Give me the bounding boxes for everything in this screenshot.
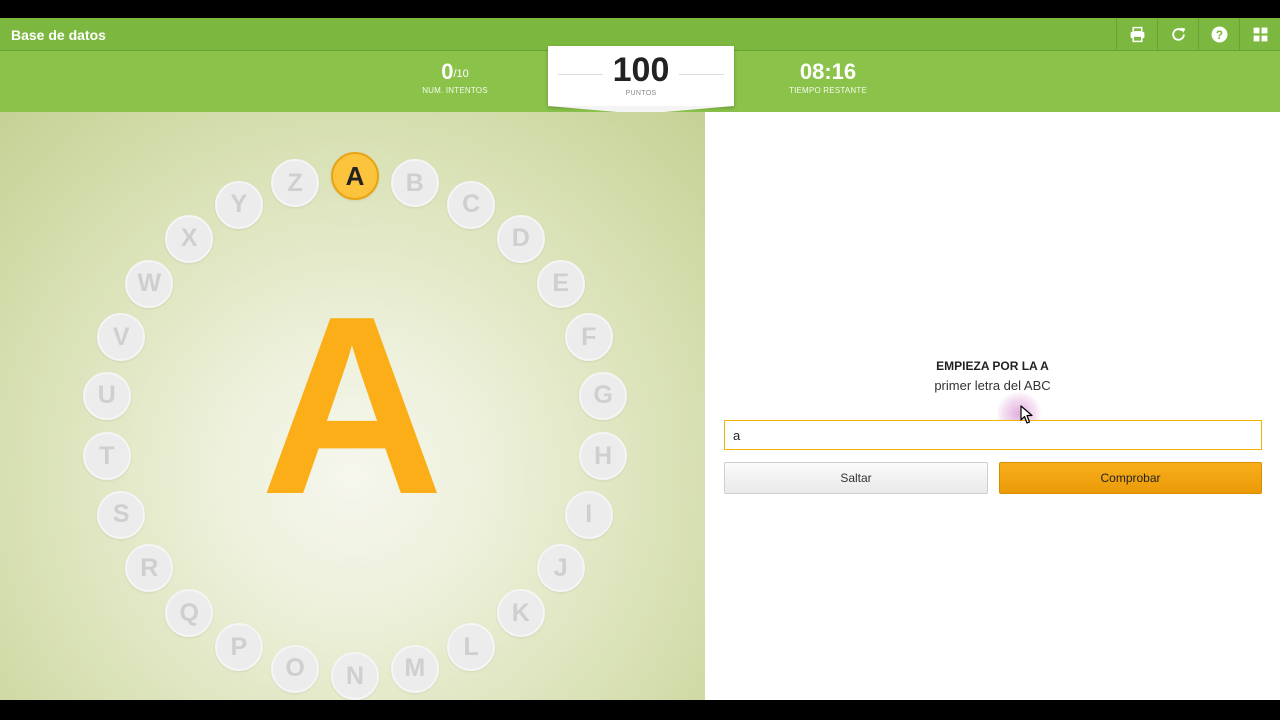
- letter-j[interactable]: J: [536, 544, 585, 593]
- time-label: TIEMPO RESTANTE: [789, 86, 867, 95]
- time-value: 08:16: [799, 59, 857, 84]
- mouse-cursor-icon: [1020, 405, 1033, 424]
- letter-x[interactable]: X: [165, 214, 214, 263]
- refresh-button[interactable]: [1157, 18, 1198, 50]
- letter-s[interactable]: S: [97, 490, 146, 539]
- letter-z[interactable]: Z: [271, 159, 320, 208]
- svg-text:?: ?: [1215, 28, 1222, 41]
- letter-d[interactable]: D: [496, 214, 545, 263]
- bottom-black-bar: [0, 700, 1280, 720]
- letter-q[interactable]: Q: [165, 589, 214, 638]
- letter-a[interactable]: A: [331, 152, 379, 200]
- print-button[interactable]: [1116, 18, 1157, 50]
- letter-h[interactable]: H: [579, 432, 628, 481]
- attempts-label: NUM. INTENTOS: [422, 86, 488, 95]
- help-button[interactable]: ?: [1198, 18, 1239, 50]
- help-icon: ?: [1211, 26, 1227, 42]
- letter-g[interactable]: G: [579, 371, 628, 420]
- question-panel: EMPIEZA POR LA A primer letra del ABC Sa…: [705, 112, 1280, 700]
- current-letter: A: [260, 263, 444, 547]
- letter-i[interactable]: I: [564, 490, 613, 539]
- letter-r[interactable]: R: [125, 544, 174, 593]
- attempts-stat: 0/10 NUM. INTENTOS: [415, 59, 495, 95]
- letter-e[interactable]: E: [536, 259, 585, 308]
- attempts-total: /10: [453, 68, 469, 80]
- menu-button[interactable]: [1239, 18, 1280, 50]
- skip-button[interactable]: Saltar: [724, 462, 988, 494]
- score-label: PUNTOS: [625, 90, 657, 97]
- print-icon: [1130, 26, 1144, 42]
- score-card: 100 PUNTOS: [548, 46, 734, 114]
- letter-m[interactable]: M: [390, 644, 439, 693]
- grid-icon: [1253, 27, 1267, 41]
- letter-w[interactable]: W: [125, 259, 174, 308]
- letter-n[interactable]: N: [331, 652, 379, 700]
- letter-p[interactable]: P: [214, 623, 263, 672]
- question-title: EMPIEZA POR LA A: [936, 359, 1049, 373]
- check-button[interactable]: Comprobar: [999, 462, 1262, 494]
- question-hint: primer letra del ABC: [934, 378, 1051, 393]
- top-black-bar: [0, 0, 1280, 18]
- refresh-icon: [1171, 27, 1185, 41]
- letter-t[interactable]: T: [82, 432, 131, 481]
- letter-k[interactable]: K: [496, 589, 545, 638]
- time-stat: 08:16 TIEMPO RESTANTE: [778, 59, 878, 95]
- letter-y[interactable]: Y: [214, 180, 263, 229]
- letter-u[interactable]: U: [82, 371, 131, 420]
- letter-c[interactable]: C: [447, 180, 496, 229]
- app-title: Base de datos: [11, 27, 106, 43]
- score-value: 100: [612, 51, 670, 89]
- letter-l[interactable]: L: [447, 623, 496, 672]
- letter-f[interactable]: F: [564, 313, 613, 362]
- letter-o[interactable]: O: [271, 644, 320, 693]
- answer-input[interactable]: [724, 420, 1262, 450]
- letter-b[interactable]: B: [390, 159, 439, 208]
- letter-wheel-panel: ABCDEFGHIJKLMNOPQRSTUVWXYZ A: [0, 112, 705, 700]
- toolbar: ?: [1116, 18, 1280, 50]
- letter-v[interactable]: V: [97, 313, 146, 362]
- attempts-value: 0: [441, 59, 454, 84]
